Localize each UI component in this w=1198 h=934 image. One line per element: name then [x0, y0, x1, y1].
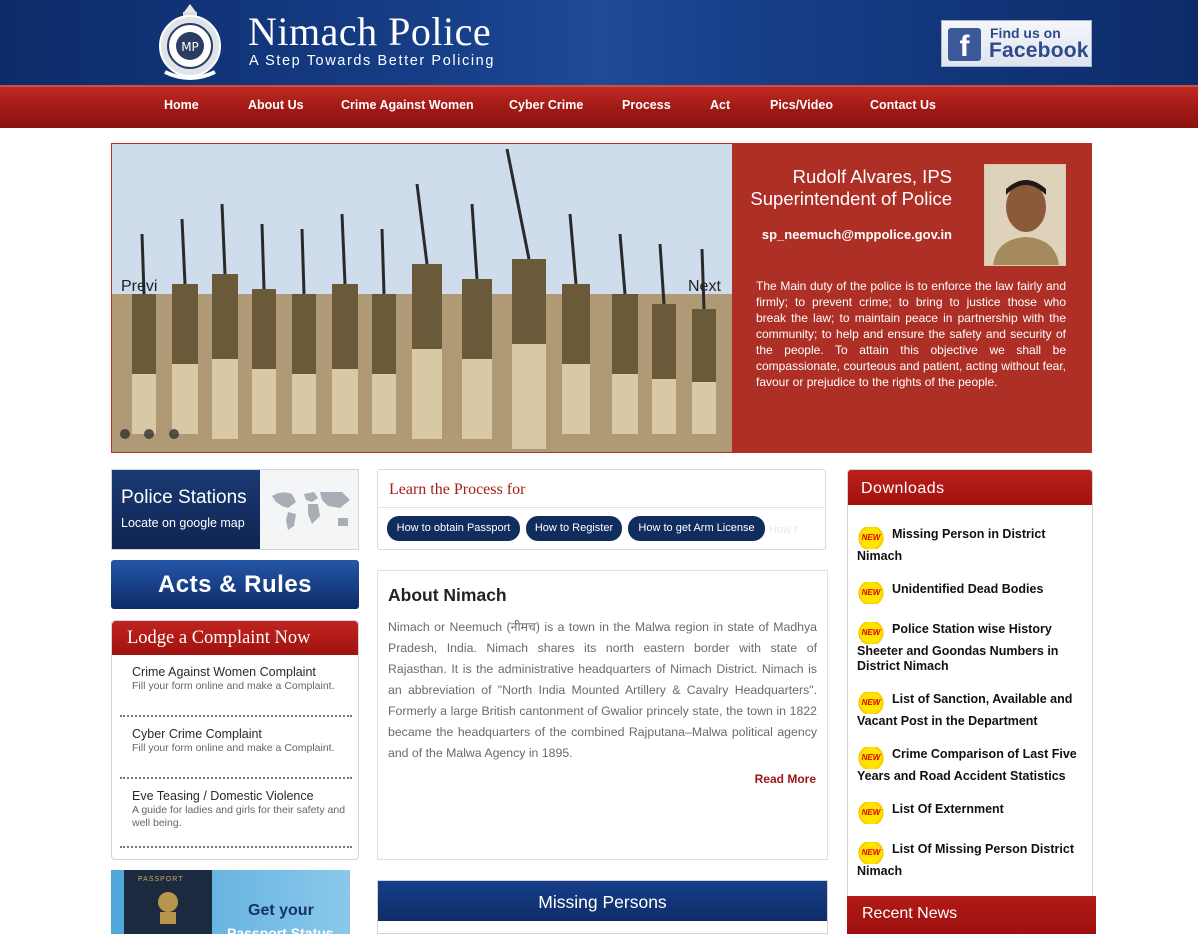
- police-stations-title: Police Stations: [121, 487, 247, 508]
- sp-email[interactable]: sp_neemuch@mppolice.gov.in: [732, 227, 952, 242]
- download-item[interactable]: NEW List Of Externment: [857, 802, 1089, 824]
- download-item-label: Unidentified Dead Bodies: [892, 582, 1044, 596]
- download-item-label: Missing Person in District Nimach: [857, 527, 1046, 563]
- acts-rules-button[interactable]: Acts & Rules: [111, 560, 359, 609]
- download-item-label: List Of Externment: [892, 802, 1004, 816]
- lodge-item-title: Eve Teasing / Domestic Violence: [132, 789, 314, 803]
- nav-crime-against-women[interactable]: Crime Against Women: [341, 98, 474, 112]
- slider-dots: [120, 426, 189, 444]
- process-hidden-button[interactable]: How t: [769, 524, 797, 536]
- facebook-line2: Facebook: [989, 39, 1089, 62]
- lodge-item-title: Crime Against Women Complaint: [132, 665, 316, 679]
- about-text: Nimach or Neemuch (नीमच) is a town in th…: [388, 620, 817, 760]
- new-badge-icon: NEW: [857, 582, 885, 604]
- download-item-label: Police Station wise History Sheeter and …: [857, 622, 1059, 673]
- nav-act[interactable]: Act: [710, 98, 730, 112]
- nav-contact-us[interactable]: Contact Us: [870, 98, 936, 112]
- slider-dot[interactable]: [120, 429, 130, 439]
- lodge-item-women[interactable]: Crime Against Women Complaint Fill your …: [132, 665, 350, 693]
- missing-persons-title[interactable]: Missing Persons: [378, 881, 827, 921]
- lodge-item-desc: Fill your form online and make a Complai…: [132, 742, 335, 754]
- lodge-item-eve-teasing[interactable]: Eve Teasing / Domestic Violence A guide …: [132, 789, 350, 830]
- process-register-button[interactable]: How to Register: [526, 516, 622, 541]
- download-item[interactable]: NEW List Of Missing Person District Nimac…: [857, 842, 1089, 879]
- passport-banner-line2: Passport Status: [227, 925, 334, 934]
- sp-title: Superintendent of Police: [750, 188, 952, 209]
- downloads-title: Downloads: [848, 470, 1092, 505]
- slider-dot[interactable]: [144, 429, 155, 439]
- process-arm-license-button[interactable]: How to get Arm License: [628, 516, 765, 541]
- read-more-link[interactable]: Read More: [755, 772, 816, 786]
- lodge-item-desc: A guide for ladies and girls for their s…: [132, 804, 346, 829]
- mp-police-emblem-icon: MP: [155, 2, 225, 82]
- facebook-icon: f: [948, 28, 981, 61]
- divider: [379, 507, 824, 508]
- download-item-label: Crime Comparison of Last Five Years and …: [857, 747, 1077, 783]
- facebook-button[interactable]: f Find us on Facebook: [941, 20, 1092, 67]
- about-title: About Nimach: [388, 585, 507, 605]
- lodge-complaint-panel: Lodge a Complaint Now Crime Against Wome…: [111, 620, 359, 860]
- downloads-panel: Downloads NEW Missing Person in District …: [847, 469, 1093, 934]
- passport-book-icon: PASSPORT: [124, 870, 212, 934]
- new-badge-icon: NEW: [857, 692, 885, 714]
- recent-news-title[interactable]: Recent News: [847, 896, 1096, 934]
- divider: [120, 715, 352, 717]
- nav-pics-video[interactable]: Pics/Video: [770, 98, 833, 112]
- lodge-item-desc: Fill your form online and make a Complai…: [132, 680, 335, 692]
- new-badge-icon: NEW: [857, 622, 885, 644]
- world-map-icon: [268, 486, 354, 539]
- new-badge-icon: NEW: [857, 527, 885, 549]
- download-item[interactable]: NEW Police Station wise History Sheeter a…: [857, 622, 1089, 674]
- slider-next-button[interactable]: Next: [688, 278, 721, 296]
- process-title: Learn the Process for: [389, 481, 526, 498]
- nav-cyber-crime[interactable]: Cyber Crime: [509, 98, 583, 112]
- nav-about-us[interactable]: About Us: [248, 98, 304, 112]
- new-badge-icon: NEW: [857, 802, 885, 824]
- process-passport-button[interactable]: How to obtain Passport: [387, 516, 520, 541]
- sp-description: The Main duty of the police is to enforc…: [756, 279, 1066, 389]
- nav-home[interactable]: Home: [164, 98, 199, 112]
- lodge-item-cyber[interactable]: Cyber Crime Complaint Fill your form onl…: [132, 727, 350, 755]
- download-item[interactable]: NEW List of Sanction, Available and Vacan…: [857, 692, 1089, 729]
- new-badge-icon: NEW: [857, 747, 885, 769]
- site-title: Nimach Police: [248, 9, 492, 54]
- learn-process-panel: Learn the Process for How to obtain Pass…: [377, 469, 826, 550]
- about-nimach-panel: About Nimach Nimach or Neemuch (नीमच) is…: [377, 570, 828, 860]
- sp-name: Rudolf Alvares, IPS: [792, 166, 952, 187]
- new-badge-icon: NEW: [857, 842, 885, 864]
- lodge-complaint-title: Lodge a Complaint Now: [112, 621, 358, 655]
- sp-photo: [984, 164, 1066, 266]
- police-stations-panel: Police Stations Locate on google map: [112, 470, 260, 549]
- passport-banner-line1: Get your: [248, 902, 314, 919]
- svg-text:MP: MP: [181, 40, 199, 54]
- main-nav: Home About Us Crime Against Women Cyber …: [0, 85, 1198, 128]
- download-item-label: List of Sanction, Available and Vacant P…: [857, 692, 1073, 728]
- divider: [120, 777, 352, 779]
- lodge-item-title: Cyber Crime Complaint: [132, 727, 262, 741]
- police-stations-banner[interactable]: Police Stations Locate on google map: [111, 469, 359, 550]
- police-stations-subtitle: Locate on google map: [121, 516, 245, 530]
- download-item[interactable]: NEW Unidentified Dead Bodies: [857, 582, 1089, 604]
- slider-dot[interactable]: [168, 429, 179, 439]
- passport-status-banner[interactable]: PASSPORT Get your Passport Status: [111, 870, 350, 934]
- slider-photo: [112, 144, 732, 452]
- download-item[interactable]: NEW Missing Person in District Nimach: [857, 527, 1089, 564]
- site-header: MP Nimach Police A Step Towards Better P…: [0, 0, 1198, 85]
- download-item[interactable]: NEW Crime Comparison of Last Five Years a…: [857, 747, 1089, 784]
- hero-slider: Previ Next Rudolf Alvares, IPS Superinte…: [111, 143, 1092, 453]
- missing-persons-panel: Missing Persons: [377, 880, 828, 934]
- slider-prev-button[interactable]: Previ: [121, 278, 157, 296]
- site-tagline: A Step Towards Better Policing: [249, 53, 496, 69]
- passport-book-label: PASSPORT: [138, 876, 184, 883]
- download-item-label: List Of Missing Person District Nimach: [857, 842, 1074, 878]
- divider: [120, 846, 352, 848]
- sp-info: Rudolf Alvares, IPS Superintendent of Po…: [732, 166, 952, 210]
- nav-process[interactable]: Process: [622, 98, 671, 112]
